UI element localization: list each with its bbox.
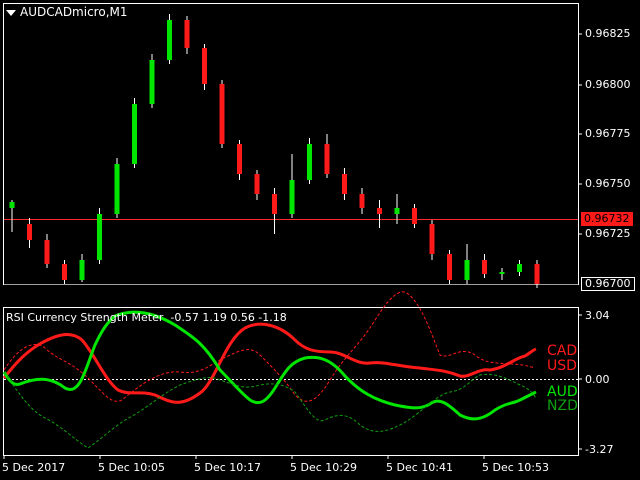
bear-candle <box>219 84 225 144</box>
bull-candle <box>307 144 312 180</box>
price-tick-label: 0.96825 <box>585 27 631 40</box>
usd-strength-dashed <box>3 291 536 402</box>
bear-candle <box>482 260 487 274</box>
indicator-scale-top: 3.04 <box>585 309 610 322</box>
time-label: 5 Dec 10:41 <box>386 461 453 474</box>
bear-candle <box>237 144 242 174</box>
bull-candle <box>499 272 505 274</box>
price-tick-label: 0.96800 <box>585 78 631 91</box>
bear-candle <box>412 208 417 224</box>
price-tick-label: 0.96725 <box>585 227 631 240</box>
indicator-name: RSI Currency Strength Meter <box>6 311 164 324</box>
candlestick-series <box>9 14 540 288</box>
currency-label-nzd: NZD <box>547 398 578 414</box>
bull-candle <box>132 104 137 164</box>
bull-candle <box>517 264 522 272</box>
bear-candle <box>272 194 277 214</box>
time-label: 5 Dec 10:05 <box>98 461 165 474</box>
price-tick-label: 0.96750 <box>585 177 631 190</box>
bear-candle <box>447 254 452 280</box>
time-label: 5 Dec 10:53 <box>482 461 549 474</box>
time-label: 5 Dec 2017 <box>2 461 66 474</box>
bear-candle <box>62 264 67 280</box>
indicator-scale-zero: 0.00 <box>585 373 610 386</box>
time-label: 5 Dec 10:29 <box>290 461 357 474</box>
chart-title[interactable]: AUDCADmicro,M1 <box>6 5 128 19</box>
bear-candle <box>27 224 32 240</box>
bull-candle <box>114 164 120 214</box>
bear-candle <box>377 208 382 214</box>
bear-candle <box>324 144 330 174</box>
bull-candle <box>167 20 172 60</box>
chart-canvas[interactable] <box>0 0 640 480</box>
bull-candle <box>464 260 470 280</box>
time-label: 5 Dec 10:17 <box>194 461 261 474</box>
bear-candle <box>184 20 190 48</box>
current-price-badge: 0.96732 <box>581 212 633 226</box>
currency-label-cad: CAD <box>547 343 578 359</box>
price-tick-label: 0.96775 <box>585 127 631 140</box>
bull-candle <box>9 202 15 208</box>
bear-candle <box>359 194 365 208</box>
indicator-values: -0.57 1.19 0.56 -1.18 <box>170 311 287 324</box>
indicator-title: RSI Currency Strength Meter -0.57 1.19 0… <box>6 311 287 324</box>
bid-price-badge: 0.96700 <box>581 277 635 291</box>
bear-candle <box>342 174 347 194</box>
bear-candle <box>429 224 435 254</box>
bull-candle <box>394 208 400 214</box>
bull-candle <box>97 214 102 260</box>
currency-label-usd: USD <box>547 358 577 374</box>
bear-candle <box>202 48 207 84</box>
bear-candle <box>254 174 260 194</box>
symbol-label: AUDCADmicro,M1 <box>20 5 128 19</box>
bear-candle <box>44 240 50 264</box>
main-chart-frame <box>3 3 579 285</box>
bear-candle <box>534 264 540 284</box>
chevron-down-icon[interactable] <box>6 9 16 16</box>
bull-candle <box>149 60 155 104</box>
bull-candle <box>289 180 295 214</box>
indicator-scale-bottom: -3.27 <box>585 443 614 456</box>
indicator-frame <box>3 307 579 456</box>
bull-candle <box>79 260 85 280</box>
